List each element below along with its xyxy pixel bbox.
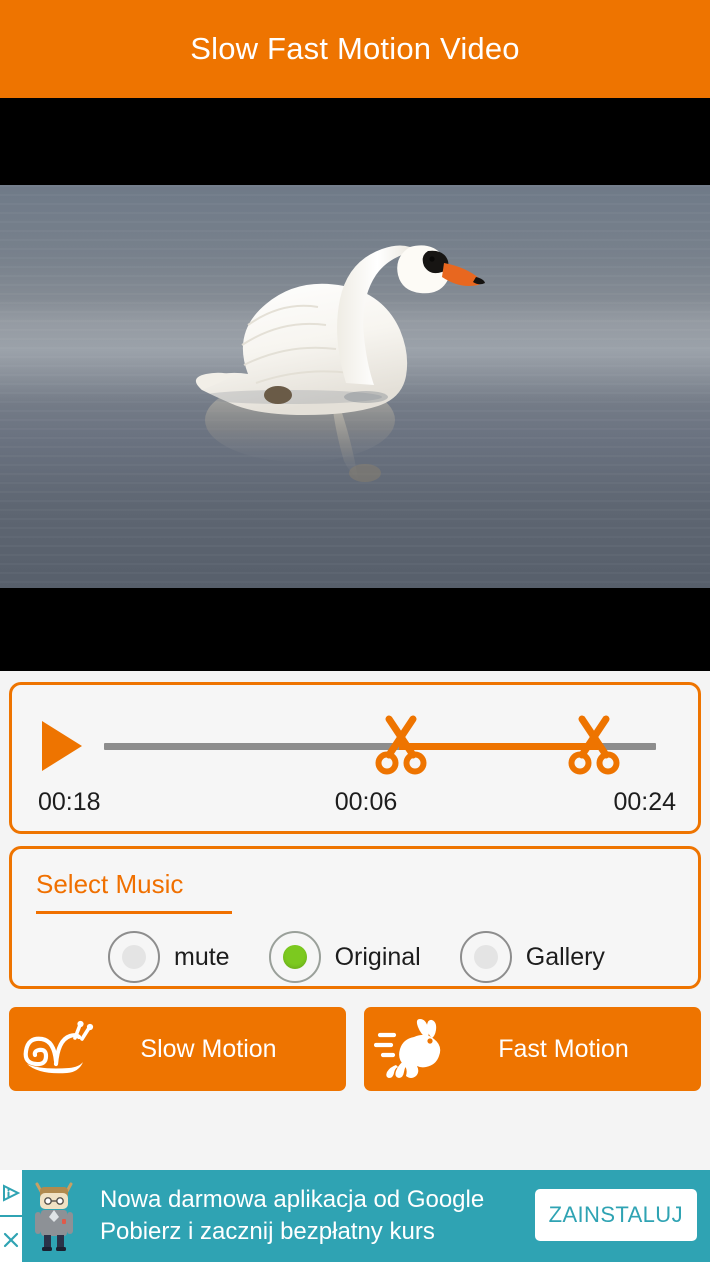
ad-text: Nowa darmowa aplikacja od Google Pobierz…	[100, 1184, 484, 1247]
page-title: Slow Fast Motion Video	[190, 31, 520, 66]
select-music-underline	[36, 911, 232, 914]
current-time-label: 00:18	[38, 788, 101, 816]
select-music-card: Select Music mute Original Gallery	[9, 846, 701, 989]
close-x-icon[interactable]	[0, 1217, 22, 1262]
radio-label-gallery: Gallery	[525, 942, 605, 971]
video-frame	[0, 185, 710, 588]
radio-option-gallery[interactable]: Gallery	[459, 931, 605, 983]
trim-slider[interactable]	[104, 715, 656, 777]
slow-motion-label: Slow Motion	[140, 1034, 277, 1063]
radio-dot-selected	[282, 945, 307, 969]
android-person-icon	[30, 1181, 78, 1251]
ad-banner[interactable]: Nowa darmowa aplikacja od Google Pobierz…	[0, 1170, 710, 1262]
trim-start-label: 00:06	[334, 788, 398, 816]
radio-button-mute[interactable]	[108, 931, 160, 983]
music-options-group: mute Original Gallery	[12, 931, 698, 983]
radio-dot	[473, 945, 498, 969]
radio-button-original[interactable]	[268, 931, 321, 983]
radio-button-gallery[interactable]	[459, 931, 512, 983]
video-preview[interactable]	[0, 98, 710, 671]
play-triangle-icon	[42, 721, 82, 771]
trim-end-handle-scissors-icon[interactable]	[565, 715, 623, 777]
ad-subline: Pobierz i zacznij bezpłatny kurs	[100, 1218, 435, 1245]
play-button[interactable]	[12, 715, 104, 777]
snail-icon	[19, 1019, 97, 1079]
adchoices-icon[interactable]	[0, 1170, 22, 1217]
app-root: Slow Fast Motion Video 00:18 00:06 00:24…	[0, 0, 710, 1262]
radio-option-mute[interactable]: mute	[108, 931, 230, 983]
player-row	[12, 715, 698, 777]
app-header: Slow Fast Motion Video	[0, 0, 710, 98]
swan-image	[160, 205, 490, 535]
motion-buttons-row: Slow Motion Fast Motion	[9, 1007, 701, 1091]
rabbit-icon	[374, 1019, 452, 1079]
trim-end-label: 00:24	[613, 788, 676, 816]
player-controls-card: 00:18 00:06 00:24	[9, 682, 701, 834]
time-labels: 00:18 00:06 00:24	[12, 788, 698, 817]
select-music-label: Select Music	[36, 869, 184, 899]
ad-install-button[interactable]: ZAINSTALUJ	[534, 1189, 697, 1241]
radio-option-original[interactable]: Original	[268, 931, 421, 983]
trim-start-handle-scissors-icon[interactable]	[372, 715, 430, 777]
slow-motion-button[interactable]: Slow Motion	[9, 1007, 346, 1091]
radio-label-original: Original	[334, 942, 421, 971]
radio-dot	[122, 945, 146, 969]
ad-headline: Nowa darmowa aplikacja od Google	[100, 1186, 485, 1214]
ad-choices-column	[0, 1170, 22, 1262]
fast-motion-label: Fast Motion	[498, 1034, 629, 1063]
fast-motion-button[interactable]: Fast Motion	[364, 1007, 701, 1091]
radio-label-mute: mute	[174, 942, 230, 971]
